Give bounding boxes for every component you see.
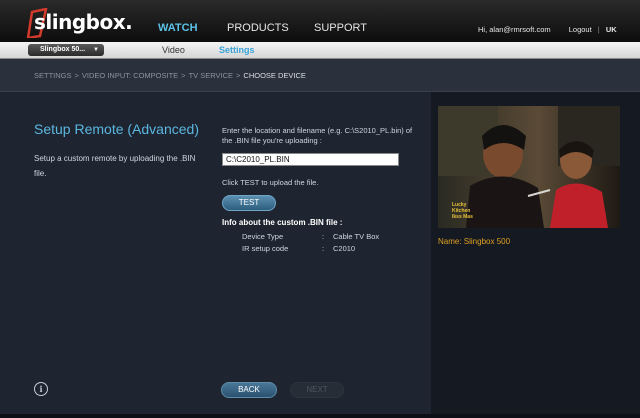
breadcrumb-tv-service[interactable]: TV SERVICE [189,71,233,80]
nav-support[interactable]: SUPPORT [314,22,367,34]
info-heading: Info about the custom .BIN file : [222,218,343,227]
page-description: Setup a custom remote by uploading the .… [34,154,196,178]
device-selector-label: Slingbox 50... [40,46,86,53]
click-test-hint: Click TEST to upload the file. [222,178,319,187]
nav-products[interactable]: PRODUCTS [227,22,289,34]
info-icon[interactable]: i [34,382,48,396]
tab-settings[interactable]: Settings [219,45,255,55]
logout-link[interactable]: Logout [569,25,592,34]
breadcrumb-separator: > [181,71,186,80]
test-button[interactable]: TEST [222,195,276,211]
info-value-ir-code: C2010 [333,244,356,253]
caret-down-icon: ▼ [93,47,99,53]
info-label-device-type: Device Type [242,232,284,241]
breadcrumb: SETTINGS > VIDEO INPUT: COMPOSITE > TV SERVI… [34,71,306,80]
nav-watch[interactable]: WATCH [158,22,198,34]
user-bar: Hi, alan@rmrsoft.com Logout | UK [478,25,617,34]
page-title: Setup Remote (Advanced) [34,121,199,137]
breadcrumb-separator: > [74,71,79,80]
info-value-device-type: Cable TV Box [333,232,380,241]
device-selector[interactable]: Slingbox 50... ▼ [28,44,104,56]
breadcrumb-bar: SETTINGS > VIDEO INPUT: COMPOSITE > TV SERVI… [0,59,640,92]
back-button[interactable]: BACK [221,382,277,398]
top-header: slingbox. WATCH PRODUCTS SUPPORT Hi, ala… [0,0,640,42]
file-instruction: Enter the location and filename (e.g. C:… [222,126,413,145]
logo-text: slingbox. [34,10,133,34]
main-content: Setup Remote (Advanced) Setup a custom r… [0,92,431,418]
video-overlay-text: Lucky Kitchen Ikss Mas [452,202,473,220]
device-name-caption: Name: Slingbox 500 [438,237,511,246]
sub-bar: Slingbox 50... ▼ Video Settings [0,42,640,59]
breadcrumb-separator: > [236,71,241,80]
info-colon: : [322,232,325,241]
user-separator: | [597,25,600,34]
user-greeting: Hi, alan@rmrsoft.com [478,25,551,34]
bin-file-input[interactable] [222,153,399,166]
info-label-ir-code: IR setup code [242,244,289,253]
overlay-line: Ikss Mas [452,214,473,220]
bottom-border [0,414,640,418]
breadcrumb-current: CHOOSE DEVICE [243,71,306,80]
breadcrumb-settings[interactable]: SETTINGS [34,71,72,80]
slingbox-logo[interactable]: slingbox. [26,8,133,38]
next-button: NEXT [290,382,344,398]
breadcrumb-video-input[interactable]: VIDEO INPUT: COMPOSITE [82,71,178,80]
region-link[interactable]: UK [606,25,617,34]
info-colon: : [322,244,325,253]
tab-video[interactable]: Video [162,45,185,55]
video-preview[interactable]: Lucky Kitchen Ikss Mas [438,106,620,228]
